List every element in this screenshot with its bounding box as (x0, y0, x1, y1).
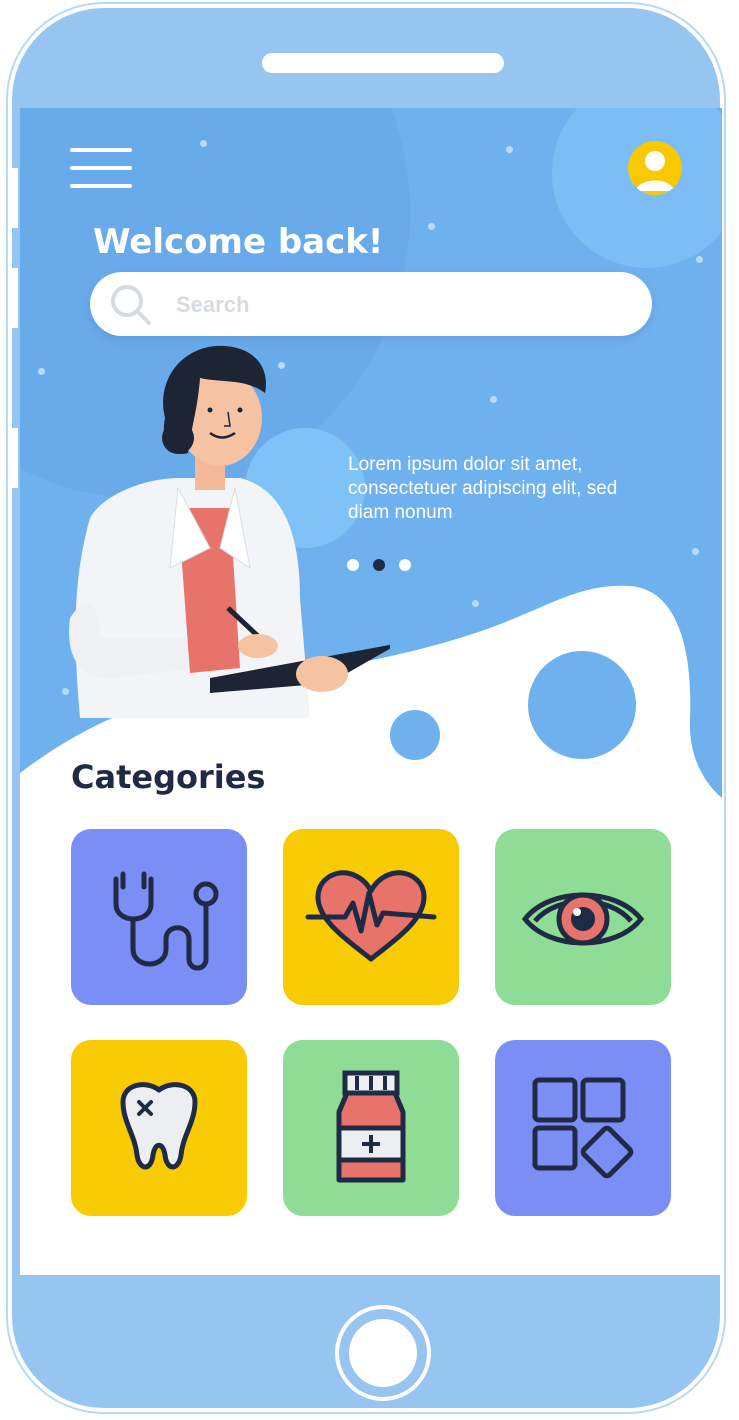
medicine-bottle-icon (336, 1070, 406, 1183)
category-tile-pharmacy[interactable] (283, 1040, 459, 1216)
app-screen: Welcome back! Lorem ipsum dolor sit amet… (20, 108, 722, 1275)
profile-avatar[interactable] (628, 141, 682, 195)
stethoscope-icon (113, 871, 219, 971)
pager-dot[interactable] (347, 559, 359, 571)
home-button[interactable] (335, 1305, 431, 1401)
banner-text: Lorem ipsum dolor sit amet, consectetuer… (348, 454, 618, 523)
pager-dot[interactable] (399, 559, 411, 571)
category-tile-dental[interactable] (71, 1040, 247, 1216)
category-tile-stethoscope[interactable] (71, 829, 247, 1005)
doctor-illustration (69, 345, 390, 718)
categories-title: Categories (71, 758, 266, 796)
heartbeat-icon (305, 870, 437, 962)
banner-pager (347, 559, 411, 571)
search-icon (111, 285, 151, 325)
search-bar[interactable] (90, 272, 652, 336)
search-input[interactable] (174, 288, 618, 322)
welcome-heading: Welcome back! (93, 222, 384, 262)
user-icon (636, 151, 674, 191)
phone-speaker (262, 53, 504, 73)
menu-icon[interactable] (70, 148, 132, 188)
phone-side-button (12, 168, 18, 228)
eye-icon (521, 892, 645, 946)
pager-dot-active[interactable] (373, 559, 385, 571)
category-tile-more[interactable] (495, 1040, 671, 1216)
phone-side-button (12, 268, 18, 328)
tooth-icon (120, 1082, 198, 1170)
category-tile-ophthalmology[interactable] (495, 829, 671, 1005)
phone-side-button (12, 428, 18, 488)
more-categories-icon (532, 1077, 634, 1179)
category-tile-cardiology[interactable] (283, 829, 459, 1005)
